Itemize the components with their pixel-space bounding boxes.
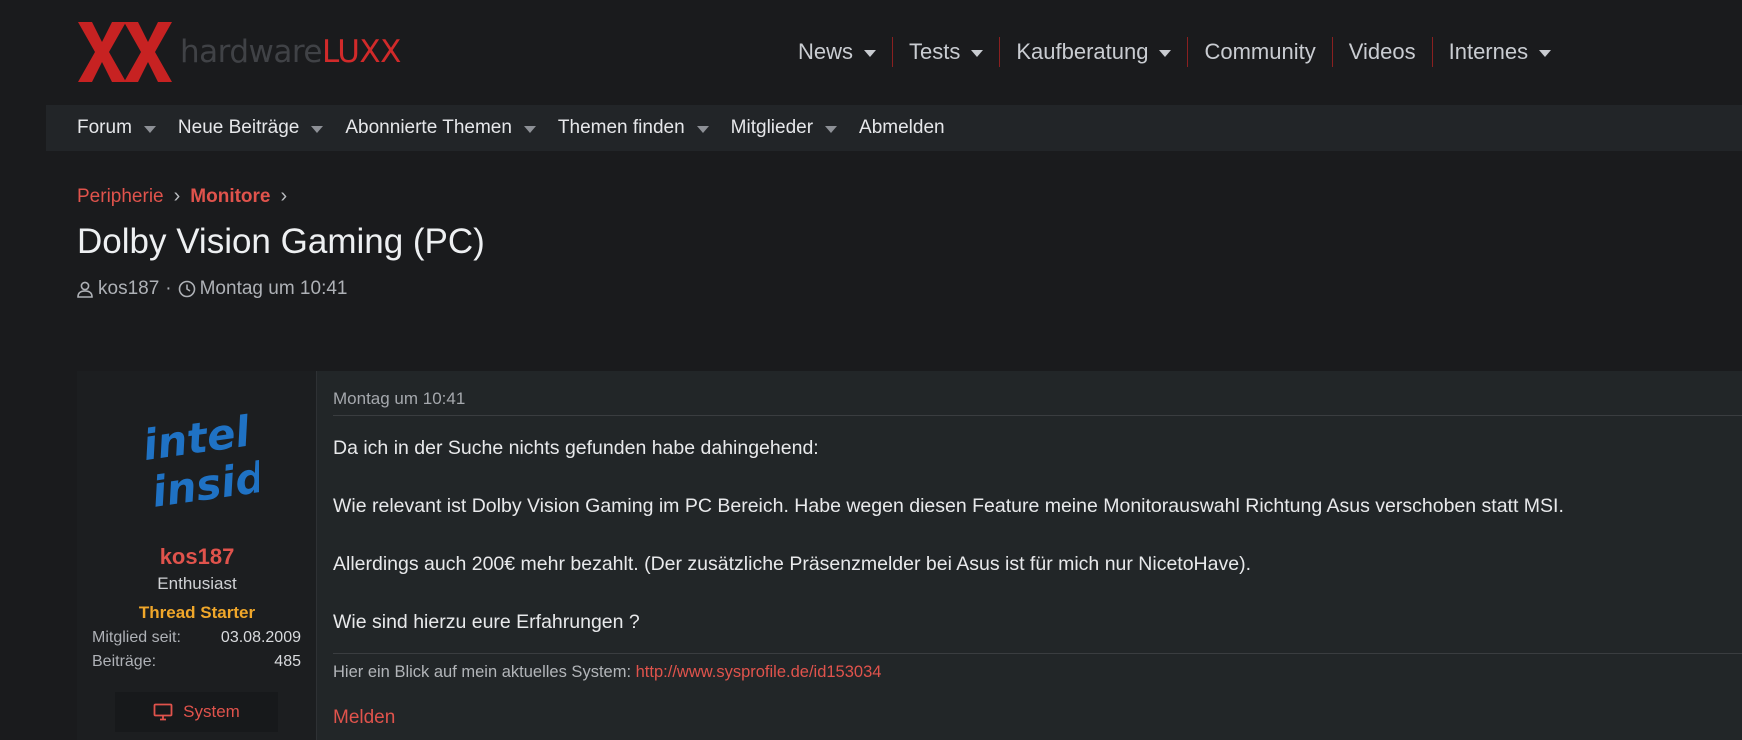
caret-down-icon — [1159, 49, 1172, 57]
thread-meta: kos187 · Montag um 10:41 — [76, 278, 347, 300]
caret-down-icon — [1539, 49, 1552, 57]
sub-nav-neue-beitraege[interactable]: Neue Beiträge — [178, 117, 324, 139]
sub-nav-mitglieder[interactable]: Mitglieder — [731, 117, 838, 139]
sub-nav-themen-finden[interactable]: Themen finden — [558, 117, 709, 139]
post-user-pane: intel inside kos187 Enthusiast Thread St… — [77, 371, 317, 740]
main-nav-news[interactable]: News — [790, 37, 892, 67]
main-nav-community[interactable]: Community — [1187, 37, 1331, 67]
thread-starter-badge: Thread Starter — [138, 603, 256, 622]
main-nav: News Tests Kaufberatung Community Videos… — [790, 34, 1567, 70]
post-paragraph: Wie sind hierzu eure Erfahrungen ? — [333, 611, 640, 633]
thread-date[interactable]: Montag um 10:41 — [200, 278, 348, 300]
breadcrumb: Peripherie › Monitore › — [77, 185, 297, 208]
chevron-right-icon: › — [173, 185, 181, 207]
user-icon — [77, 281, 93, 298]
caret-down-icon — [523, 125, 536, 133]
post: intel inside kos187 Enthusiast Thread St… — [77, 371, 1742, 740]
divider — [333, 415, 1742, 416]
site-logo[interactable]: hardwareLUXX — [78, 22, 401, 82]
clock-icon — [178, 280, 195, 298]
breadcrumb-peripherie[interactable]: Peripherie — [77, 186, 164, 208]
breadcrumb-monitore[interactable]: Monitore — [190, 186, 270, 208]
stat-member-since: Mitglied seit: 03.08.2009 — [92, 629, 301, 646]
divider — [333, 653, 1742, 654]
sub-nav-abonnierte-themen[interactable]: Abonnierte Themen — [345, 117, 536, 139]
site-header: hardwareLUXX News Tests Kaufberatung Com… — [0, 0, 1742, 106]
main-nav-videos[interactable]: Videos — [1331, 37, 1432, 67]
system-button[interactable]: System — [115, 692, 278, 732]
logo-xx-icon — [78, 22, 172, 82]
meta-separator: · — [165, 278, 172, 299]
post-paragraph: Allerdings auch 200€ mehr bezahlt. (Der … — [333, 553, 1251, 575]
user-title: Enthusiast — [157, 574, 237, 593]
main-nav-kaufberatung[interactable]: Kaufberatung — [999, 37, 1187, 67]
sub-nav-abmelden[interactable]: Abmelden — [859, 117, 945, 139]
thread-title: Dolby Vision Gaming (PC) — [77, 222, 485, 261]
page: hardwareLUXX News Tests Kaufberatung Com… — [0, 0, 1742, 740]
monitor-icon — [153, 703, 173, 721]
caret-down-icon — [864, 49, 877, 57]
sub-nav-forum[interactable]: Forum — [77, 117, 156, 139]
main-nav-internes[interactable]: Internes — [1431, 37, 1568, 67]
user-avatar[interactable]: intel inside — [135, 401, 259, 517]
signature-link[interactable]: http://www.sysprofile.de/id153034 — [636, 663, 882, 681]
report-link[interactable]: Melden — [333, 707, 395, 729]
caret-down-icon — [825, 125, 838, 133]
logo-wordmark: hardwareLUXX — [180, 34, 401, 70]
post-signature: Hier ein Blick auf mein aktuelles System… — [333, 663, 882, 681]
chevron-right-icon: › — [280, 185, 288, 207]
stat-posts: Beiträge: 485 — [92, 653, 301, 670]
main-nav-tests[interactable]: Tests — [892, 37, 999, 67]
post-content: Montag um 10:41 Da ich in der Suche nich… — [317, 371, 1742, 740]
post-paragraph: Da ich in der Suche nichts gefunden habe… — [333, 437, 819, 459]
thread-author[interactable]: kos187 — [98, 278, 159, 300]
caret-down-icon — [311, 125, 324, 133]
caret-down-icon — [696, 125, 709, 133]
caret-down-icon — [143, 125, 156, 133]
post-paragraph: Wie relevant ist Dolby Vision Gaming im … — [333, 495, 1564, 517]
post-username[interactable]: kos187 — [77, 544, 317, 570]
post-timestamp[interactable]: Montag um 10:41 — [333, 389, 465, 409]
caret-down-icon — [971, 49, 984, 57]
sub-nav: Forum Neue Beiträge Abonnierte Themen Th… — [46, 105, 1742, 151]
